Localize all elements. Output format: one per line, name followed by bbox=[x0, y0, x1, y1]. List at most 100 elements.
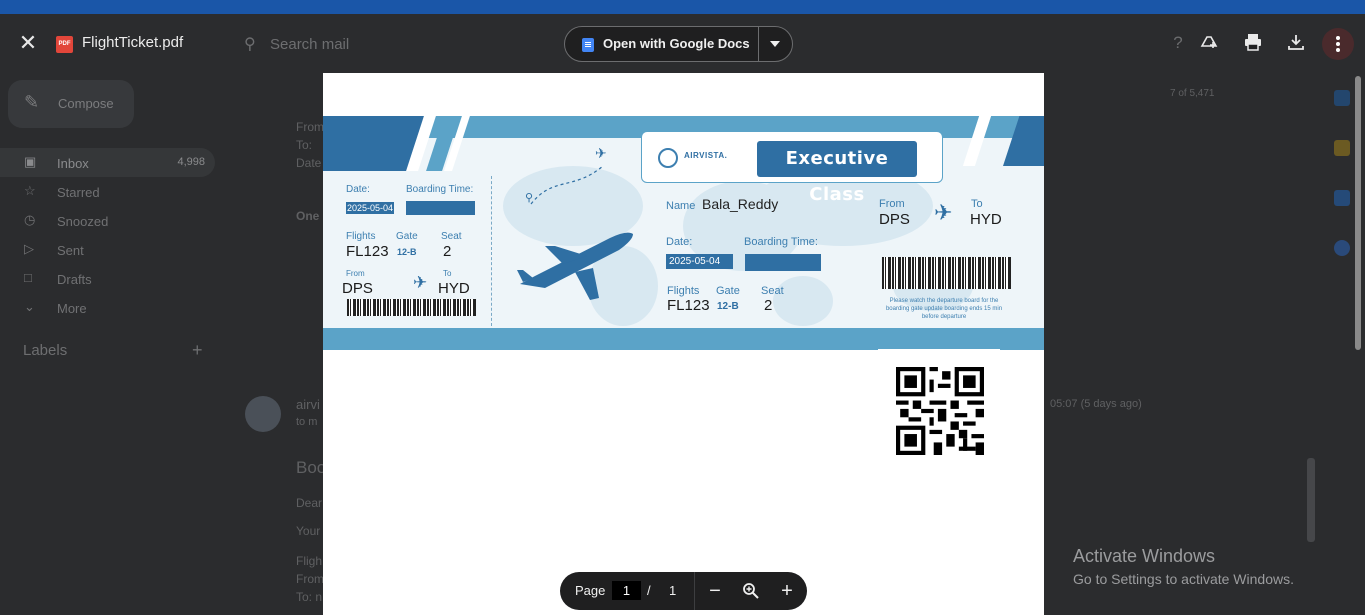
add-to-drive-icon-svg bbox=[1200, 36, 1218, 48]
print-icon[interactable] bbox=[1242, 32, 1264, 54]
mail-line: To: bbox=[296, 138, 313, 152]
open-with-label: Open with Google Docs bbox=[603, 36, 750, 51]
pdf-page: Date: Boarding Time: 2025-05-04 Flights … bbox=[323, 73, 1044, 615]
dot bbox=[1336, 48, 1340, 52]
location-pin-icon: ⚲ bbox=[525, 192, 534, 204]
search-icon: ⚲ bbox=[244, 36, 256, 53]
page-number-input[interactable]: 1 bbox=[612, 581, 641, 600]
mail-line: Your bbox=[296, 524, 321, 538]
stub-to-value: HYD bbox=[438, 280, 470, 297]
dot bbox=[1336, 42, 1340, 46]
nav-label: Inbox bbox=[57, 156, 89, 171]
viewer-scrollbar[interactable] bbox=[1355, 76, 1361, 350]
airline-name: AIRVISTA. bbox=[684, 151, 728, 160]
mail-line: to m bbox=[296, 416, 318, 428]
stub-gate-value: 12-B bbox=[397, 247, 417, 257]
nav-label: Starred bbox=[57, 185, 100, 200]
star-icon: ☆ bbox=[24, 183, 36, 198]
nav-label: More bbox=[57, 301, 87, 316]
gate-label: Gate bbox=[716, 285, 740, 297]
to-label: To bbox=[971, 198, 983, 210]
inbox-icon: ▣ bbox=[24, 154, 37, 169]
tasks-icon bbox=[1334, 190, 1350, 206]
stub-boarding-label: Boarding Time: bbox=[406, 184, 474, 195]
zoom-in-button[interactable]: + bbox=[775, 579, 799, 603]
mail-line: From bbox=[296, 120, 324, 134]
page-label: Page bbox=[575, 583, 606, 598]
mail-line: One bbox=[296, 209, 320, 223]
flights-label: Flights bbox=[667, 285, 700, 297]
date-value: 2025-05-04 bbox=[666, 254, 733, 269]
file-name: FlightTicket.pdf bbox=[82, 34, 184, 51]
mail-scrollbar bbox=[1307, 458, 1315, 542]
send-icon: ▷ bbox=[24, 241, 34, 256]
nav-label: Drafts bbox=[57, 272, 92, 287]
ticket-bottom-band bbox=[323, 328, 1044, 350]
stub-flights-value: FL123 bbox=[346, 243, 389, 260]
zoom-out-button[interactable]: − bbox=[703, 579, 727, 603]
calendar-icon bbox=[1334, 90, 1350, 106]
stub-barcode bbox=[347, 299, 476, 316]
activate-windows-subtitle: Go to Settings to activate Windows. bbox=[1073, 571, 1294, 587]
airplane-illustration bbox=[517, 232, 633, 300]
nav-label: Sent bbox=[57, 243, 84, 258]
add-label-icon: + bbox=[192, 340, 203, 360]
sender-name: airvi bbox=[296, 397, 320, 412]
boarding-notice: Please watch the departure board for the… bbox=[885, 298, 1003, 320]
clock-icon: ◷ bbox=[24, 212, 36, 227]
download-icon[interactable] bbox=[1285, 32, 1307, 54]
pencil-icon: ✎ bbox=[24, 92, 40, 112]
controls-divider bbox=[694, 572, 695, 610]
download-icon-svg bbox=[1288, 35, 1304, 50]
stub-seat-value: 2 bbox=[443, 243, 452, 260]
google-docs-icon bbox=[582, 38, 594, 52]
search-placeholder: Search mail bbox=[270, 36, 350, 53]
stub-boarding-time-box bbox=[406, 201, 475, 215]
mail-line: Date bbox=[296, 156, 322, 170]
contacts-icon bbox=[1334, 240, 1350, 256]
mail-line: To: n bbox=[296, 590, 323, 604]
help-icon: ? bbox=[1173, 33, 1183, 52]
plane-icon: ✈ bbox=[413, 273, 428, 292]
stub-seat-label: Seat bbox=[441, 231, 462, 242]
mail-subject: Boo bbox=[296, 458, 327, 477]
flights-value: FL123 bbox=[667, 297, 710, 314]
passenger-name: Bala_Reddy bbox=[702, 196, 779, 212]
draft-icon: □ bbox=[24, 270, 32, 285]
boarding-pass: Date: Boarding Time: 2025-05-04 Flights … bbox=[323, 116, 1044, 350]
seat-value: 2 bbox=[764, 297, 773, 314]
dropdown-caret-icon[interactable] bbox=[770, 41, 780, 47]
boarding-time-label: Boarding Time: bbox=[744, 236, 818, 248]
nav-item-starred: ☆ Starred bbox=[0, 177, 215, 206]
activate-windows-title: Activate Windows bbox=[1073, 546, 1216, 566]
gmail-nav: ▣ Inbox 4,998 ☆ Starred ◷ Snoozed ▷ Sent… bbox=[0, 148, 215, 322]
nav-item-inbox: ▣ Inbox 4,998 bbox=[0, 148, 215, 177]
page-controls: Page 1 / 1 − + bbox=[560, 572, 807, 610]
qr-tab bbox=[878, 349, 1000, 355]
more-options-button[interactable] bbox=[1322, 28, 1354, 60]
button-divider bbox=[758, 27, 759, 61]
close-icon[interactable]: ✕ bbox=[16, 32, 40, 56]
open-with-google-docs-button[interactable]: Open with Google Docs bbox=[564, 26, 793, 62]
qr-code bbox=[896, 367, 984, 455]
zoom-reset-icon[interactable] bbox=[739, 579, 763, 603]
add-to-drive-icon[interactable] bbox=[1198, 32, 1220, 54]
nav-count: 4,998 bbox=[177, 156, 205, 168]
ticket-tear-line bbox=[491, 176, 492, 326]
keep-icon bbox=[1334, 140, 1350, 156]
main-barcode bbox=[882, 257, 1011, 289]
seat-label: Seat bbox=[761, 285, 784, 297]
pager-text: 7 of 5,471 bbox=[1170, 88, 1215, 99]
mail-timestamp: 05:07 (5 days ago) bbox=[1050, 398, 1142, 410]
nav-item-sent: ▷ Sent bbox=[0, 235, 215, 264]
compose-label: Compose bbox=[58, 96, 114, 111]
boarding-time-box bbox=[745, 254, 821, 271]
stub-to-label: To bbox=[443, 269, 452, 278]
total-pages: 1 bbox=[669, 583, 677, 598]
to-value: HYD bbox=[970, 211, 1002, 228]
magnifier-icon bbox=[743, 583, 759, 599]
gate-value: 12-B bbox=[717, 301, 739, 312]
os-title-strip bbox=[0, 0, 1365, 14]
stub-flights-label: Flights bbox=[346, 231, 376, 242]
stub-gate-label: Gate bbox=[396, 231, 418, 242]
